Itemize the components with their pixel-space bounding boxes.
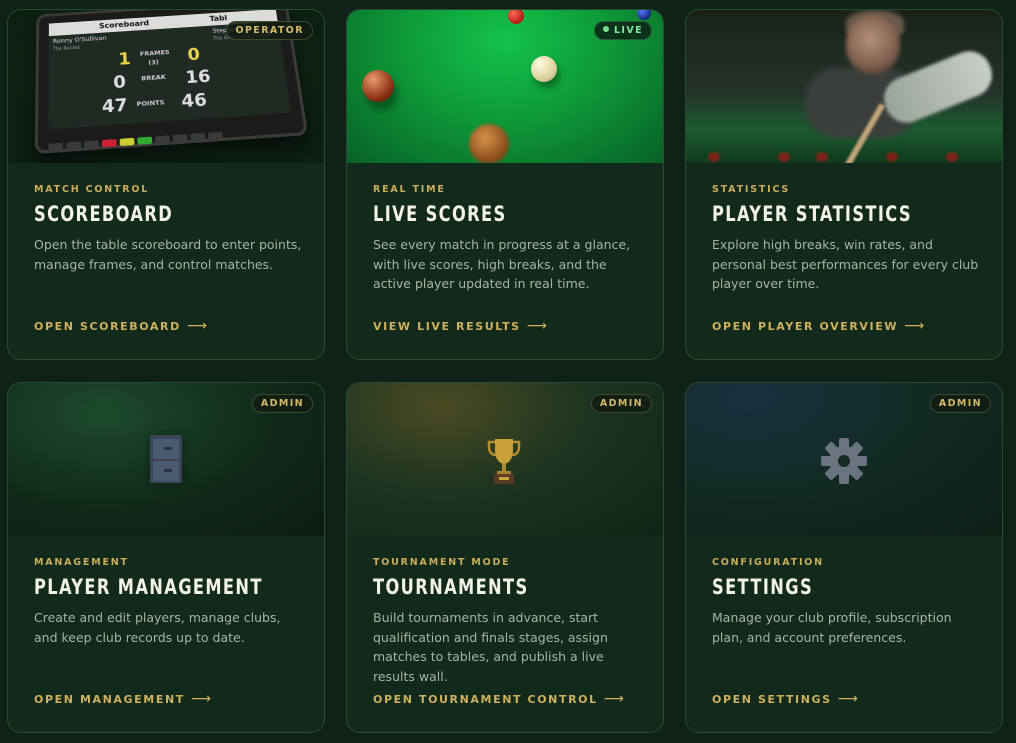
cta-label: OPEN PLAYER OVERVIEW — [712, 320, 898, 333]
card-eyebrow: CONFIGURATION — [712, 557, 982, 568]
card-player-statistics[interactable]: STATISTICS PLAYER STATISTICS Explore hig… — [685, 9, 1003, 360]
open-tournament-control-link[interactable]: OPEN TOURNAMENT CONTROL ⟶ — [373, 691, 624, 707]
operator-badge: OPERATOR — [226, 21, 313, 40]
player-photo-image — [686, 10, 1002, 163]
card-description: Create and edit players, manage clubs, a… — [34, 608, 304, 647]
card-title: SETTINGS — [712, 575, 944, 599]
cta-label: OPEN SCOREBOARD — [34, 320, 181, 333]
gear-icon — [820, 437, 868, 485]
tablet-header-left: Scoreboard — [99, 19, 149, 30]
card-eyebrow: REAL TIME — [373, 184, 643, 195]
card-title: PLAYER MANAGEMENT — [34, 575, 266, 599]
snooker-table-image: LIVE — [347, 10, 663, 163]
cta-label: VIEW LIVE RESULTS — [373, 320, 521, 333]
card-description: Explore high breaks, win rates, and pers… — [712, 235, 982, 294]
p1-break: 0 — [113, 72, 126, 93]
live-badge-label: LIVE — [614, 25, 643, 36]
open-player-overview-link[interactable]: OPEN PLAYER OVERVIEW ⟶ — [712, 318, 924, 334]
open-management-link[interactable]: OPEN MANAGEMENT ⟶ — [34, 691, 211, 707]
view-live-results-link[interactable]: VIEW LIVE RESULTS ⟶ — [373, 318, 547, 334]
player1-nick: The Rocket — [53, 45, 80, 52]
tablet-header-right: Tabl — [209, 14, 227, 23]
card-scoreboard[interactable]: Scoreboard Tabl Ronny O'Sullivan The Rock… — [7, 9, 325, 360]
p2-points: 46 — [181, 90, 208, 112]
card-title: PLAYER STATISTICS — [712, 202, 944, 226]
open-settings-link[interactable]: OPEN SETTINGS ⟶ — [712, 691, 858, 707]
arrow-right-icon: ⟶ — [527, 318, 547, 334]
arrow-right-icon: ⟶ — [187, 318, 207, 334]
card-eyebrow: MANAGEMENT — [34, 557, 304, 568]
feature-grid: Scoreboard Tabl Ronny O'Sullivan The Rock… — [0, 0, 1016, 743]
p2-break: 16 — [185, 66, 212, 88]
card-eyebrow: MATCH CONTROL — [34, 184, 304, 195]
admin-badge: ADMIN — [252, 394, 313, 413]
card-tournaments[interactable]: ADMIN TOURNAMENT MODE TOURNAMENTS Build … — [346, 382, 664, 733]
arrow-right-icon: ⟶ — [604, 691, 624, 707]
card-description: Build tournaments in advance, start qual… — [373, 608, 643, 686]
trophy-icon — [486, 437, 522, 485]
filing-cabinet-icon — [150, 435, 182, 483]
p2-frames: 0 — [187, 45, 201, 65]
arrow-right-icon: ⟶ — [904, 318, 924, 334]
live-dot-icon — [603, 26, 609, 32]
card-title: SCOREBOARD — [34, 202, 266, 226]
card-live-scores[interactable]: LIVE REAL TIME LIVE SCORES See every mat… — [346, 9, 664, 360]
settings-media: ADMIN — [686, 383, 1002, 536]
p1-frames: 1 — [118, 49, 131, 69]
admin-badge: ADMIN — [930, 394, 991, 413]
points-label: POINTS — [136, 98, 164, 108]
live-badge: LIVE — [594, 21, 652, 40]
card-eyebrow: TOURNAMENT MODE — [373, 557, 643, 568]
player1-name: Ronny O'Sullivan — [53, 34, 107, 45]
cta-label: OPEN TOURNAMENT CONTROL — [373, 693, 598, 706]
card-title: TOURNAMENTS — [373, 575, 605, 599]
cta-label: OPEN MANAGEMENT — [34, 693, 185, 706]
arrow-right-icon: ⟶ — [191, 691, 211, 707]
open-scoreboard-link[interactable]: OPEN SCOREBOARD ⟶ — [34, 318, 207, 334]
card-description: Open the table scoreboard to enter point… — [34, 235, 304, 274]
cta-label: OPEN SETTINGS — [712, 693, 832, 706]
scoreboard-tablet-image: Scoreboard Tabl Ronny O'Sullivan The Rock… — [8, 10, 324, 163]
p1-points: 47 — [102, 95, 128, 118]
management-media: ADMIN — [8, 383, 324, 536]
arrow-right-icon: ⟶ — [838, 691, 858, 707]
card-eyebrow: STATISTICS — [712, 184, 982, 195]
card-player-management[interactable]: ADMIN MANAGEMENT PLAYER MANAGEMENT Creat… — [7, 382, 325, 733]
card-settings[interactable]: ADMIN CONFIGURATION SETTINGS Manage your… — [685, 382, 1003, 733]
frames-total: (3) — [148, 58, 159, 66]
card-description: See every match in progress at a glance,… — [373, 235, 643, 294]
break-label: BREAK — [141, 73, 166, 82]
card-description: Manage your club profile, subscription p… — [712, 608, 982, 647]
admin-badge: ADMIN — [591, 394, 652, 413]
tournaments-media: ADMIN — [347, 383, 663, 536]
frames-label: FRAMES — [140, 48, 170, 57]
card-title: LIVE SCORES — [373, 202, 605, 226]
